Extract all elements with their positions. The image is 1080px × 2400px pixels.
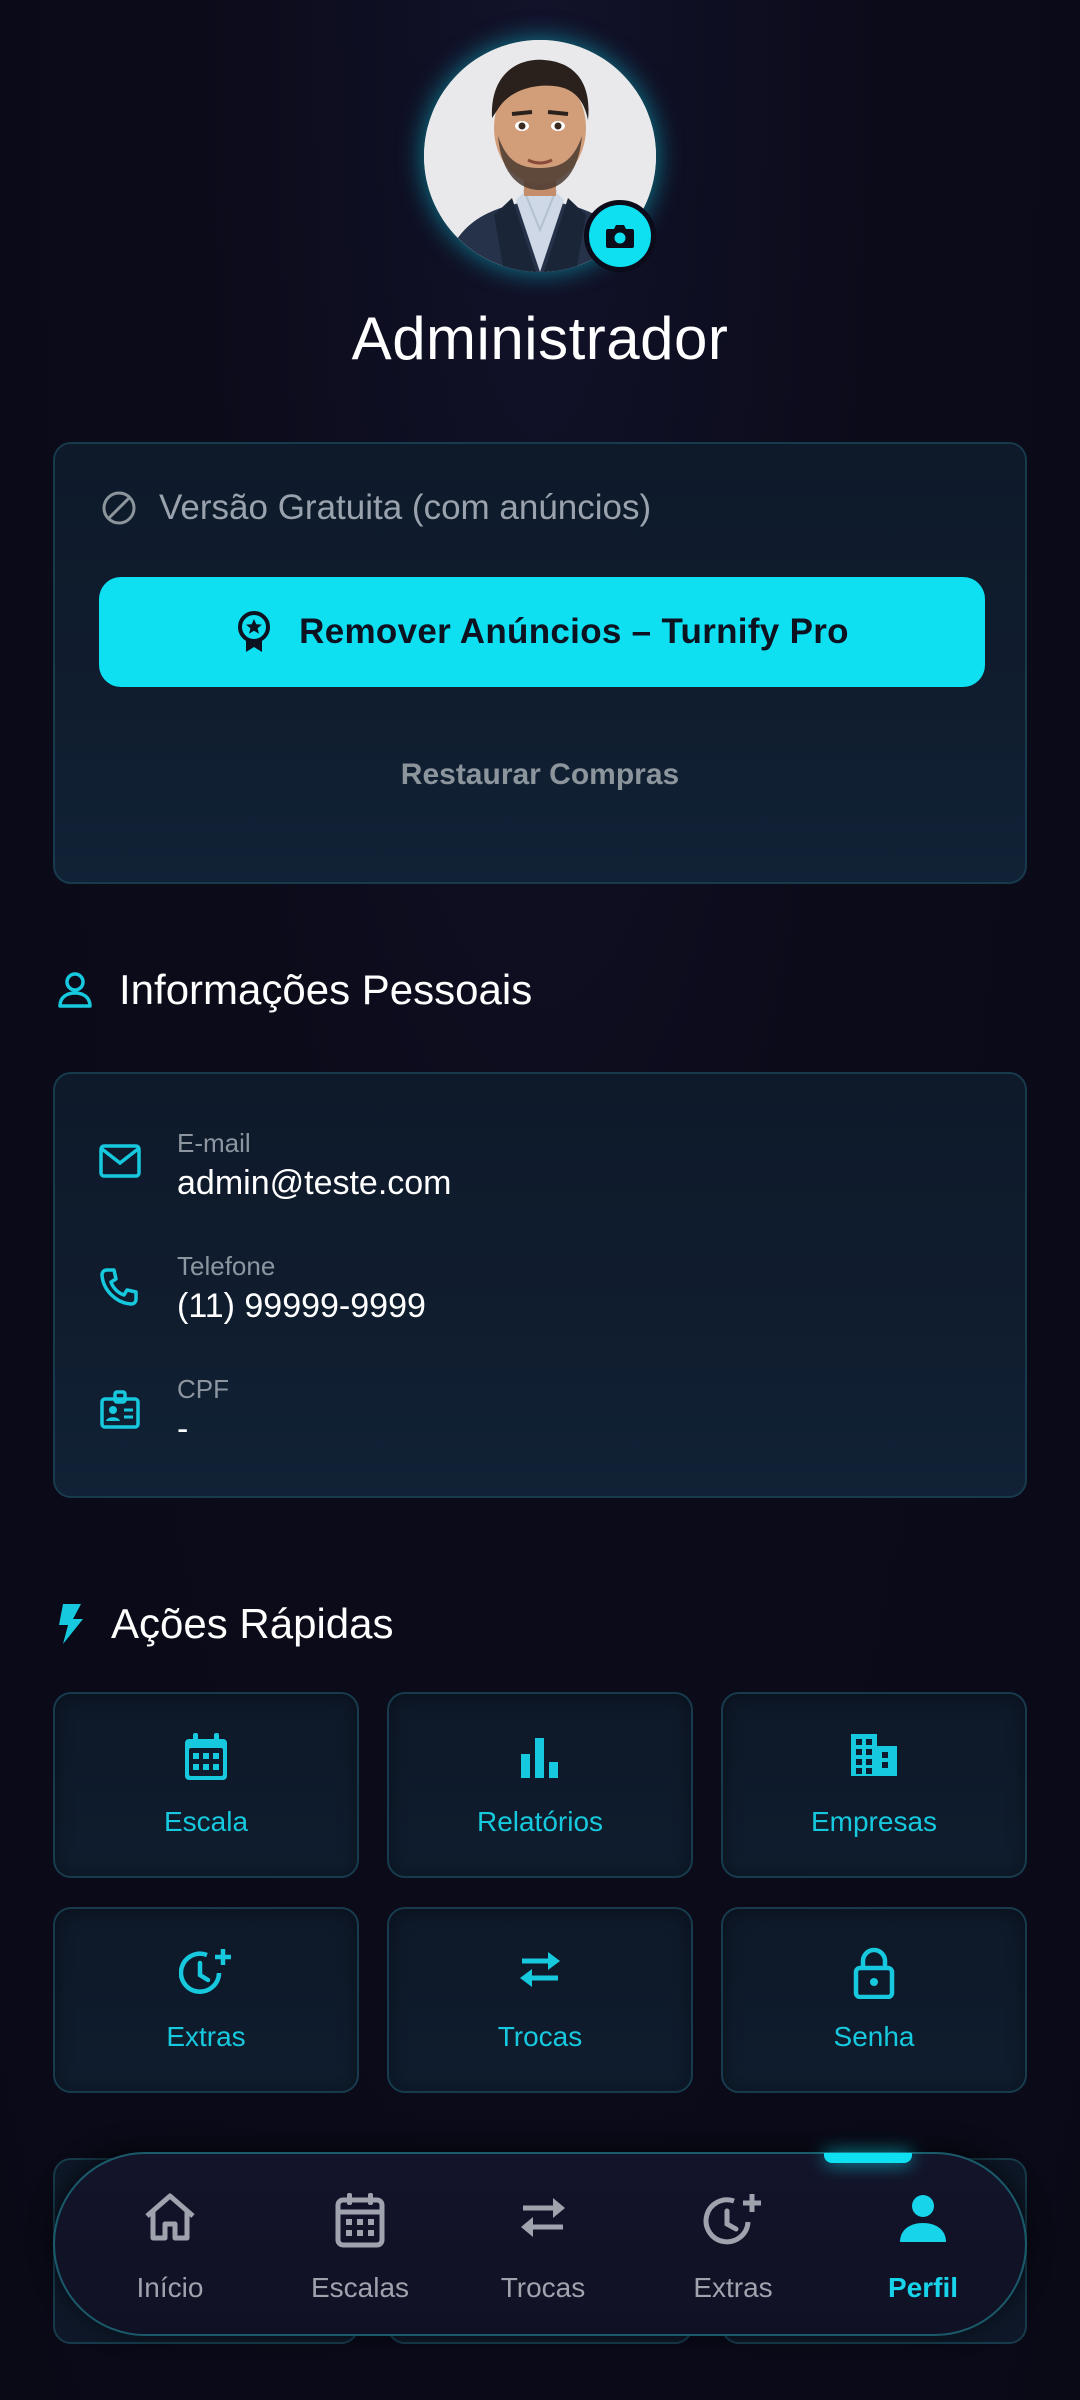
cpf-row[interactable]: CPF - <box>55 1356 1025 1456</box>
quick-action-senha[interactable]: Senha <box>721 1907 1027 2093</box>
home-icon <box>145 2193 195 2241</box>
nav-item-escalas[interactable]: Escalas <box>265 2154 455 2338</box>
change-photo-button[interactable] <box>584 200 656 272</box>
quick-action-trocas[interactable]: Trocas <box>387 1907 693 2093</box>
free-version-label: Versão Gratuita (com anúncios) <box>159 488 652 527</box>
personal-info-header: Informações Pessoais <box>57 966 532 1014</box>
clock-plus-icon <box>703 2194 761 2245</box>
quick-action-relatorios[interactable]: Relatórios <box>387 1692 693 1878</box>
phone-label: Telefone <box>177 1251 276 1281</box>
person-outline-icon <box>58 972 92 1008</box>
calendar-icon <box>335 2193 385 2248</box>
bar-chart-icon <box>521 1738 558 1778</box>
personal-info-card: E-mail admin@teste.com Telefone (11) 999… <box>53 1072 1027 1498</box>
quick-actions-header: Ações Rápidas <box>57 1600 394 1648</box>
nav-label-perfil: Perfil <box>887 2272 959 2303</box>
email-value: admin@teste.com <box>177 1164 452 1202</box>
nav-item-perfil[interactable]: Perfil <box>828 2154 1018 2338</box>
nav-item-extras[interactable]: Extras <box>638 2154 828 2338</box>
quick-action-escala-label: Escala <box>163 1806 249 1837</box>
profile-name: Administrador <box>351 305 729 372</box>
lock-icon <box>853 1947 895 1999</box>
clock-plus-icon <box>179 1949 231 1994</box>
quick-action-extras-label: Extras <box>166 2021 246 2052</box>
mail-icon <box>99 1144 141 1178</box>
quick-action-relatorios-label: Relatórios <box>476 1806 604 1837</box>
cpf-label: CPF <box>177 1374 229 1404</box>
nav-item-trocas[interactable]: Trocas <box>448 2154 638 2338</box>
phone-value: (11) 99999-9999 <box>177 1287 426 1325</box>
swap-arrows-icon <box>521 2198 565 2237</box>
active-tab-indicator <box>824 2153 912 2163</box>
remove-ads-pro-button[interactable]: Remover Anúncios – Turnify Pro <box>99 577 985 687</box>
calendar-icon <box>185 1733 227 1780</box>
nav-label-extras: Extras <box>693 2272 773 2303</box>
lightning-icon <box>59 1604 83 1644</box>
building-icon <box>851 1734 897 1776</box>
nav-label-inicio: Início <box>136 2272 204 2303</box>
email-row[interactable]: E-mail admin@teste.com <box>55 1110 1025 1210</box>
cpf-value: - <box>177 1410 189 1448</box>
award-badge-icon <box>238 611 271 652</box>
swap-arrows-icon <box>520 1952 560 1987</box>
nav-item-inicio[interactable]: Início <box>75 2154 265 2338</box>
personal-info-title: Informações Pessoais <box>119 966 533 1013</box>
quick-action-senha-label: Senha <box>833 2021 915 2052</box>
nav-label-trocas: Trocas <box>500 2272 586 2303</box>
quick-action-extras[interactable]: Extras <box>53 1907 359 2093</box>
quick-actions-title: Ações Rápidas <box>111 1600 394 1647</box>
block-icon <box>102 491 136 525</box>
quick-action-escala[interactable]: Escala <box>53 1692 359 1878</box>
remove-ads-label: Remover Anúncios – Turnify Pro <box>299 612 849 651</box>
subscription-card: Versão Gratuita (com anúncios) Remover A… <box>53 442 1027 884</box>
phone-icon <box>100 1268 138 1306</box>
bottom-navigation-bar: Início Escalas Trocas Extras Perfil <box>53 2152 1027 2336</box>
restore-purchases-link[interactable]: Restaurar Compras <box>55 758 1025 792</box>
id-badge-icon <box>100 1390 140 1429</box>
quick-action-empresas[interactable]: Empresas <box>721 1692 1027 1878</box>
nav-label-escalas: Escalas <box>310 2272 410 2303</box>
free-version-status: Versão Gratuita (com anúncios) <box>101 488 651 528</box>
profile-avatar-container <box>424 40 656 272</box>
camera-icon <box>606 225 634 248</box>
quick-action-trocas-label: Trocas <box>497 2021 583 2052</box>
email-label: E-mail <box>177 1128 251 1158</box>
person-icon <box>900 2195 946 2242</box>
quick-action-empresas-label: Empresas <box>810 1806 938 1837</box>
phone-row[interactable]: Telefone (11) 99999-9999 <box>55 1233 1025 1333</box>
